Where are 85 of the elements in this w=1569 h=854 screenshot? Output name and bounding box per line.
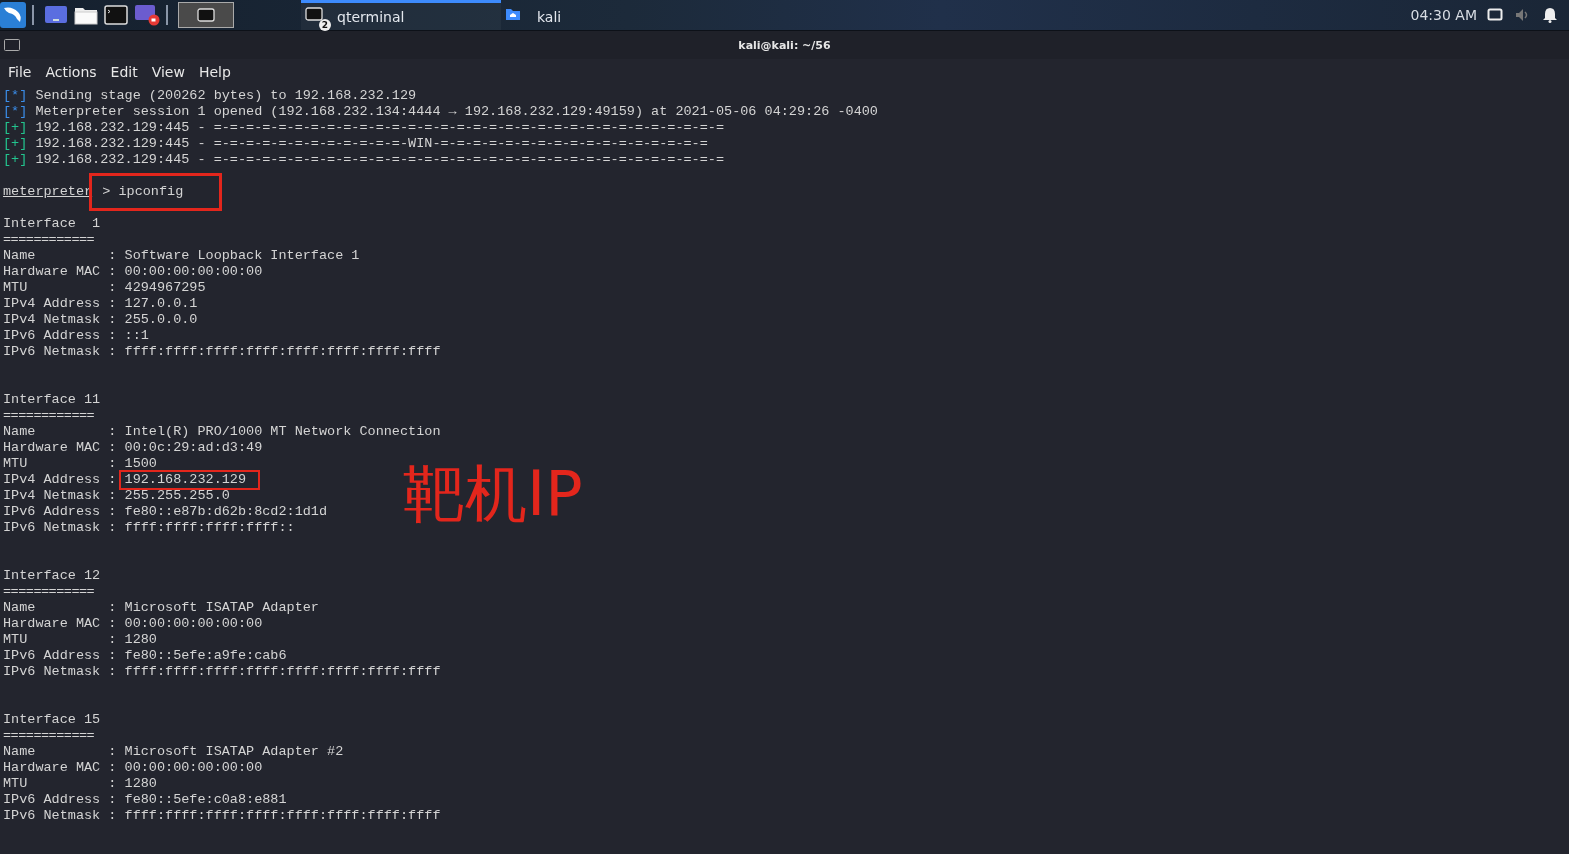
field-value: 1280: [124, 632, 157, 648]
field-label: IPv6 Address :: [3, 504, 117, 520]
heading-underline: ============: [3, 232, 95, 248]
field-value: ::1: [124, 328, 149, 344]
field-value: ffff:ffff:ffff:ffff:ffff:ffff:ffff:ffff: [124, 808, 441, 824]
field-label: Name :: [3, 248, 117, 264]
menu-item[interactable]: Help: [191, 64, 238, 80]
field-value: 00:00:00:00:00:00: [124, 616, 263, 632]
window-icon[interactable]: [4, 39, 20, 51]
field-value: Intel(R) PRO/1000 MT Network Connection: [124, 424, 441, 440]
field-value: ffff:ffff:ffff:ffff:ffff:ffff:ffff:ffff: [124, 664, 441, 680]
show-desktop-button[interactable]: [178, 2, 234, 28]
field-value: 1280: [124, 776, 157, 792]
menu-item[interactable]: Edit: [103, 64, 145, 80]
taskbar-task[interactable]: 2 qterminal: [301, 0, 501, 30]
clock: 04:30 AM: [1410, 7, 1477, 23]
field-value: Microsoft ISATAP Adapter #2: [124, 744, 344, 760]
folder-icon[interactable]: [74, 5, 98, 25]
field-value: 1500: [124, 456, 157, 472]
terminal-icon[interactable]: [104, 5, 128, 25]
field-label: Name :: [3, 744, 117, 760]
menu-item[interactable]: File: [0, 64, 39, 80]
prompt-label: meterpreter: [3, 184, 93, 200]
field-label: IPv4 Address :: [3, 472, 117, 488]
field-value: ffff:ffff:ffff:ffff:ffff:ffff:ffff:ffff: [124, 344, 441, 360]
display-icon[interactable]: [1487, 8, 1503, 22]
field-label: Hardware MAC :: [3, 264, 117, 280]
heading-underline: ============: [3, 584, 95, 600]
count-badge: 2: [319, 18, 331, 31]
field-label: IPv4 Netmask :: [3, 488, 117, 504]
heading-underline: ============: [3, 408, 95, 424]
field-label: MTU :: [3, 776, 117, 792]
command-text: > ipconfig: [92, 176, 220, 208]
field-label: IPv4 Netmask :: [3, 312, 117, 328]
field-label: Name :: [3, 600, 117, 616]
output-line: [*] Meterpreter session 1 opened (192.168.232.134:4444 → 192.168.232.129:49159) at 2021-05-06 04:29:26 -0400: [3, 104, 878, 120]
field-value: 4294967295: [124, 280, 206, 296]
taskbar-task[interactable]: kali: [501, 0, 701, 30]
field-label: Name :: [3, 424, 117, 440]
interface-heading: Interface 11: [3, 392, 101, 408]
desktop-icon[interactable]: [44, 5, 68, 25]
output-line: [+] 192.168.232.129:445 - =-=-=-=-=-=-=-=-=-=-=-=-WIN-=-=-=-=-=-=-=-=-=-=-=-=-=-=-=-=-=: [3, 136, 708, 152]
field-value: 127.0.0.1: [124, 296, 198, 312]
output-line: [*] Sending stage (200262 bytes) to 192.168.232.129: [3, 88, 417, 104]
field-label: Hardware MAC :: [3, 616, 117, 632]
interface-heading: Interface 15: [3, 712, 101, 728]
field-value: 255.0.0.0: [124, 312, 198, 328]
annotation-label: 靶机IP: [403, 459, 583, 529]
field-label: Hardware MAC :: [3, 760, 117, 776]
field-value: 192.168.232.129: [120, 472, 259, 488]
field-label: IPv6 Address :: [3, 792, 117, 808]
field-label: Hardware MAC :: [3, 440, 117, 456]
terminal-icon[interactable]: [305, 6, 323, 21]
field-value: 00:0c:29:ad:d3:49: [124, 440, 263, 456]
interface-heading: Interface 12: [3, 568, 101, 584]
field-label: MTU :: [3, 280, 117, 296]
field-label: IPv6 Netmask :: [3, 344, 117, 360]
field-value: 00:00:00:00:00:00: [124, 264, 263, 280]
field-label: IPv6 Netmask :: [3, 808, 117, 824]
notification-bell-icon[interactable]: [1543, 7, 1557, 23]
terminal-icon[interactable]: [197, 8, 215, 22]
interface-heading: Interface 1: [3, 216, 101, 232]
field-label: MTU :: [3, 632, 117, 648]
field-value: ffff:ffff:ffff:ffff::: [124, 520, 295, 536]
field-label: IPv4 Address :: [3, 296, 117, 312]
field-value: 00:00:00:00:00:00: [124, 760, 263, 776]
screen-recorder-icon[interactable]: [134, 4, 160, 26]
field-value: fe80::5efe:c0a8:e881: [124, 792, 287, 808]
field-label: IPv6 Netmask :: [3, 664, 117, 680]
field-value: 255.255.255.0: [124, 488, 230, 504]
field-label: MTU :: [3, 456, 117, 472]
field-label: IPv6 Address :: [3, 328, 117, 344]
heading-underline: ============: [3, 728, 95, 744]
field-label: IPv6 Address :: [3, 648, 117, 664]
field-value: fe80::5efe:a9fe:cab6: [124, 648, 287, 664]
output-line: [+] 192.168.232.129:445 - =-=-=-=-=-=-=-=-=-=-=-=-=-=-=-=-=-=-=-=-=-=-=-=-=-=-=-=-=-=-=-=: [3, 152, 725, 168]
field-value: fe80::e87b:d62b:8cd2:1d1d: [124, 504, 328, 520]
field-value: Software Loopback Interface 1: [124, 248, 360, 264]
output-line: [+] 192.168.232.129:445 - =-=-=-=-=-=-=-=-=-=-=-=-=-=-=-=-=-=-=-=-=-=-=-=-=-=-=-=-=-=-=-=: [3, 120, 725, 136]
window-title: kali@kali: ~/56: [738, 38, 831, 52]
menu-item[interactable]: View: [144, 64, 192, 80]
field-label: IPv6 Netmask :: [3, 520, 117, 536]
field-value: Microsoft ISATAP Adapter: [124, 600, 319, 616]
menu-item[interactable]: Actions: [38, 64, 104, 80]
home-folder-icon: [505, 6, 521, 21]
